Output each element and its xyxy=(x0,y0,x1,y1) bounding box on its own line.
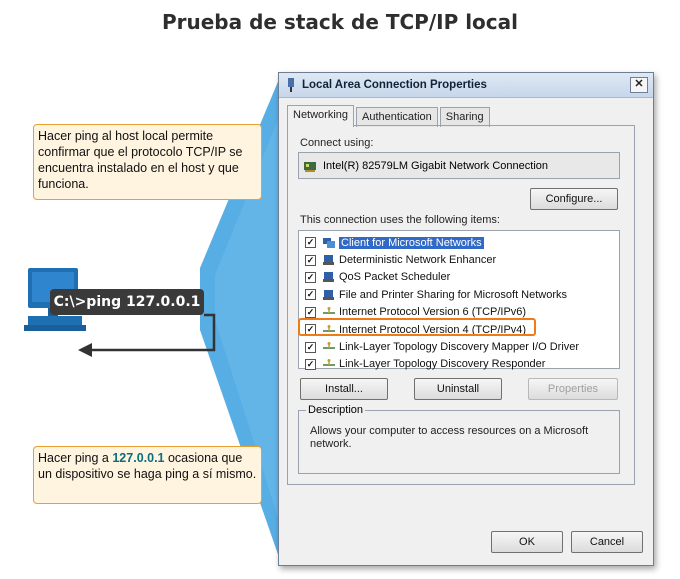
item-label: Internet Protocol Version 6 (TCP/IPv6) xyxy=(339,306,527,319)
cancel-button[interactable]: Cancel xyxy=(571,531,643,553)
callout-ping-localhost: Hacer ping al host local permite confirm… xyxy=(33,124,262,200)
uninstall-button[interactable]: Uninstall xyxy=(414,378,502,400)
list-item[interactable]: ✓ File and Printer Sharing for Microsoft … xyxy=(299,286,619,303)
network-client-icon xyxy=(322,237,336,249)
ipv4-highlight xyxy=(298,318,536,336)
list-item[interactable]: ✓ Deterministic Network Enhancer xyxy=(299,251,619,268)
item-label: Link-Layer Topology Discovery Responder xyxy=(339,358,546,371)
item-checkbox[interactable]: ✓ xyxy=(305,289,316,301)
item-label: Deterministic Network Enhancer xyxy=(339,254,497,267)
description-text: Allows your computer to access resources… xyxy=(310,425,589,450)
list-item[interactable]: ✓ Link-Layer Topology Discovery Mapper I/… xyxy=(299,338,619,355)
item-label: Link-Layer Topology Discovery Mapper I/O… xyxy=(339,341,580,354)
network-service-icon xyxy=(322,271,336,283)
protocol-icon xyxy=(322,306,336,318)
properties-button[interactable]: Properties xyxy=(528,378,618,400)
item-checkbox[interactable]: ✓ xyxy=(305,358,316,370)
callout-bottom-pre: Hacer ping a xyxy=(38,451,113,465)
dialog-title: Local Area Connection Properties xyxy=(302,79,487,91)
list-item[interactable]: ✓ Link-Layer Topology Discovery Responder xyxy=(299,356,619,373)
description-legend: Description xyxy=(306,404,366,416)
items-label: This connection uses the following items… xyxy=(300,214,500,226)
item-checkbox[interactable]: ✓ xyxy=(305,306,316,318)
callout-bottom-ip: 127.0.0.1 xyxy=(112,451,165,465)
item-checkbox[interactable]: ✓ xyxy=(305,341,316,353)
callout-top-text: Hacer ping al host local permite confirm… xyxy=(38,129,243,191)
protocol-icon xyxy=(322,341,336,353)
network-service-icon xyxy=(322,289,336,301)
adapter-name: Intel(R) 82579LM Gigabit Network Connect… xyxy=(323,159,549,172)
dialog-titlebar[interactable]: Local Area Connection Properties ✕ xyxy=(279,73,653,98)
ok-button[interactable]: OK xyxy=(491,531,563,553)
item-label: QoS Packet Scheduler xyxy=(339,271,451,284)
network-service-icon xyxy=(322,254,336,266)
callout-ping-self: Hacer ping a 127.0.0.1 ocasiona que un d… xyxy=(33,446,262,504)
configure-button[interactable]: Configure... xyxy=(530,188,618,210)
list-item[interactable]: ✓ QoS Packet Scheduler xyxy=(299,269,619,286)
list-item[interactable]: ✓ Client for Microsoft Networks xyxy=(299,234,619,251)
protocol-icon xyxy=(322,358,336,370)
adapter-field: Intel(R) 82579LM Gigabit Network Connect… xyxy=(298,152,620,179)
install-button[interactable]: Install... xyxy=(300,378,388,400)
item-checkbox[interactable]: ✓ xyxy=(305,271,316,283)
network-adapter-icon xyxy=(304,161,316,172)
item-checkbox[interactable]: ✓ xyxy=(305,237,316,249)
connect-using-label: Connect using: xyxy=(300,137,374,149)
close-button[interactable]: ✕ xyxy=(630,77,648,93)
components-list[interactable]: ✓ Client for Microsoft Networks ✓ Determini… xyxy=(298,230,620,370)
item-label: Client for Microsoft Networks xyxy=(339,236,484,249)
item-label: File and Printer Sharing for Microsoft N… xyxy=(339,288,568,301)
tab-strip: Networking Authentication Sharing xyxy=(287,105,492,127)
network-connection-icon xyxy=(288,78,294,92)
item-checkbox[interactable]: ✓ xyxy=(305,254,316,266)
tab-networking[interactable]: Networking xyxy=(287,105,355,127)
tab-authentication[interactable]: Authentication xyxy=(356,107,438,127)
tab-sharing[interactable]: Sharing xyxy=(439,107,490,127)
